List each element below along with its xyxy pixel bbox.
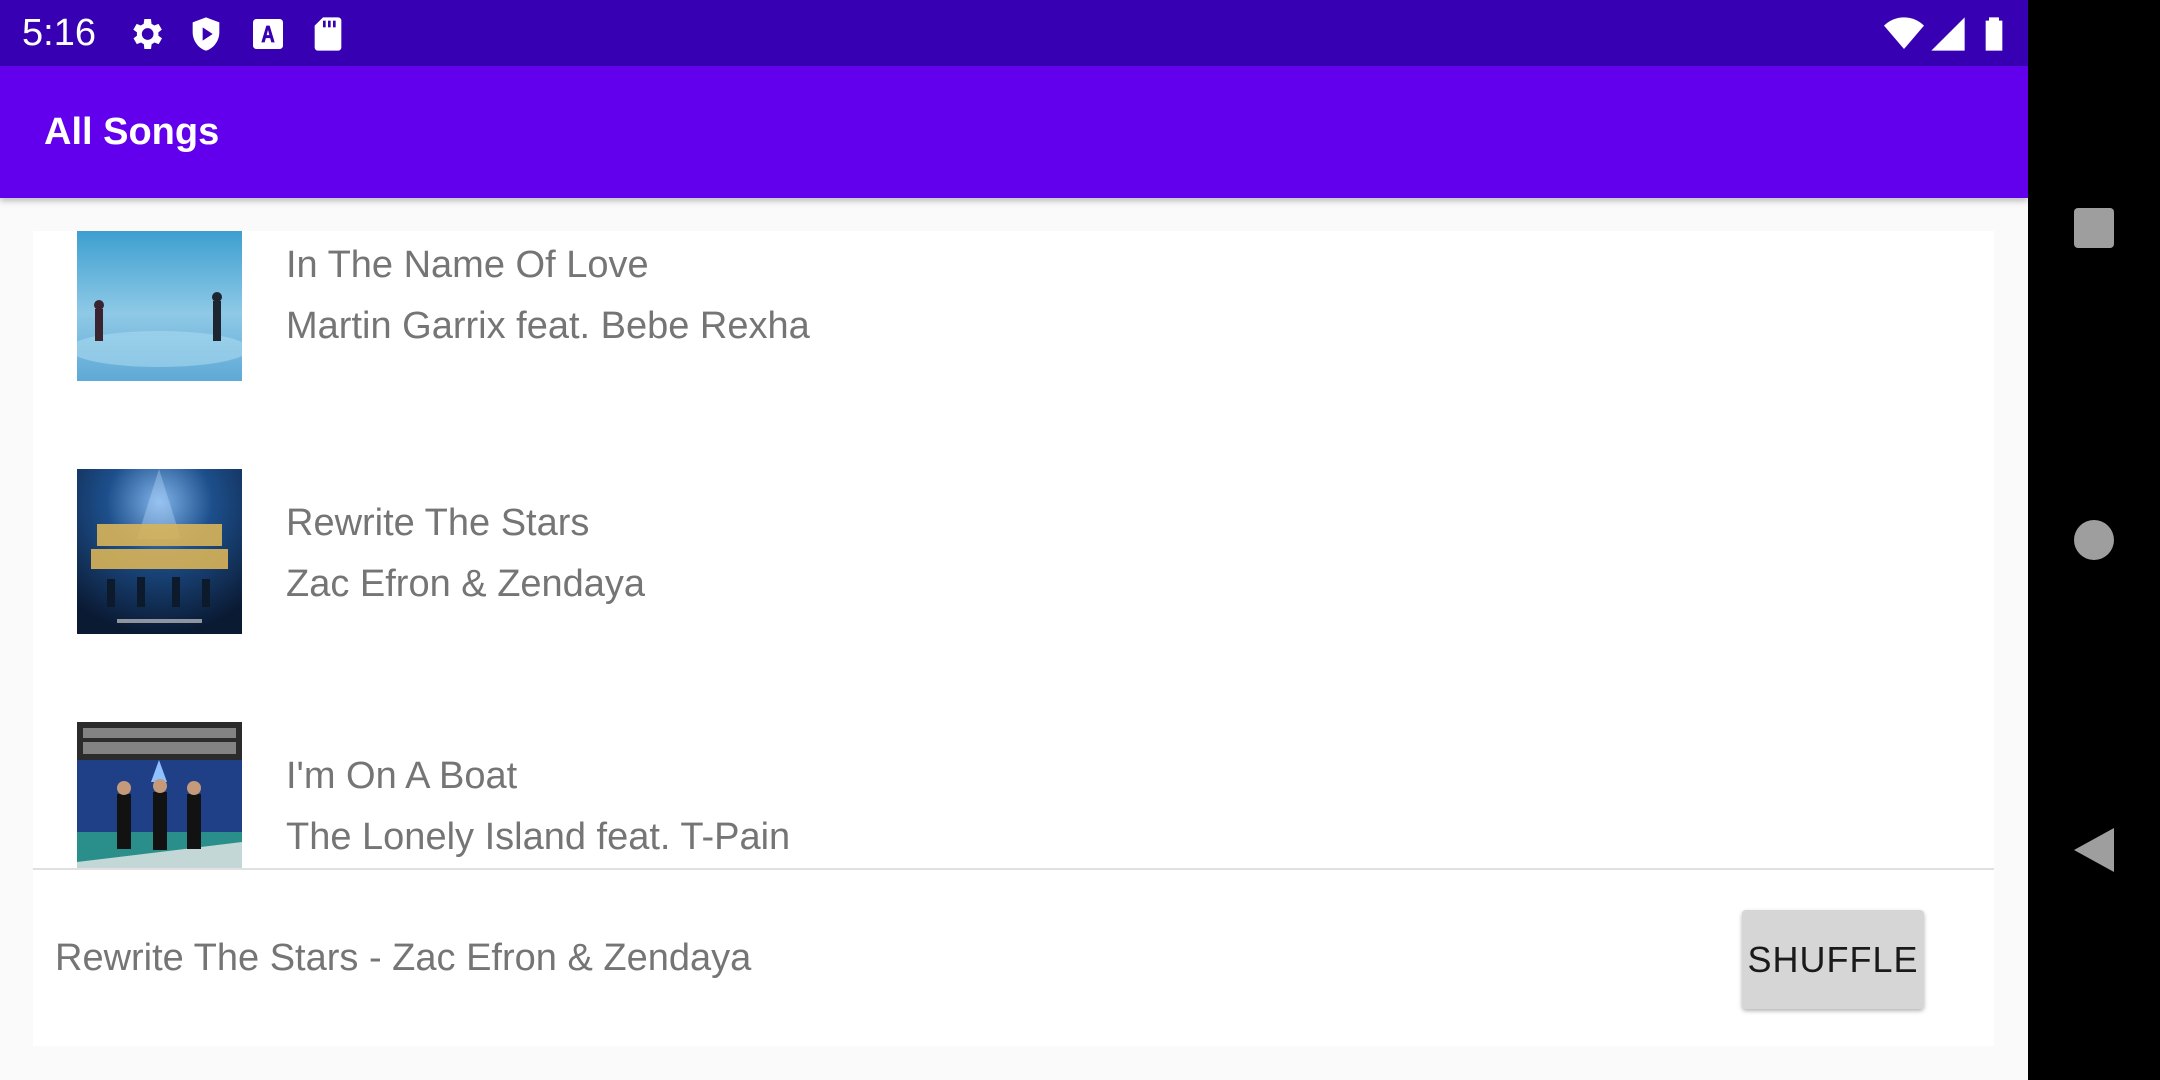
album-art-im-on-a-boat (77, 722, 242, 869)
signal-icon (1931, 17, 1965, 51)
back-button[interactable] (2028, 784, 2160, 916)
font-download-icon (253, 19, 283, 49)
sd-card-icon (314, 17, 342, 51)
song-artist: The Lonely Island feat. T-Pain (286, 816, 791, 858)
album-art-rewrite-the-stars (77, 469, 242, 634)
app-screen: 5:16 All Songs In The Name Of Love Marti… (0, 0, 2028, 1080)
status-bar: 5:16 (0, 0, 2028, 66)
shuffle-button[interactable]: SHUFFLE (1742, 910, 1924, 1009)
app-bar: All Songs (0, 66, 2028, 198)
recents-square-icon (2074, 208, 2114, 248)
gear-icon (133, 19, 162, 49)
song-row-im-on-a-boat[interactable]: I'm On A Boat The Lonely Island feat. T-… (33, 722, 1994, 869)
song-list-card: In The Name Of Love Martin Garrix feat. … (33, 231, 1994, 869)
song-row-rewrite-the-stars[interactable]: Rewrite The Stars Zac Efron & Zendaya (33, 469, 1994, 722)
song-title: I'm On A Boat (286, 755, 518, 797)
navigation-bar (2028, 0, 2160, 1080)
album-art-in-the-name-of-love (77, 231, 242, 381)
song-title: Rewrite The Stars (286, 502, 590, 544)
recents-button[interactable] (2028, 162, 2160, 294)
battery-icon (1985, 17, 2003, 51)
home-button[interactable] (2028, 474, 2160, 606)
page-title: All Songs (44, 111, 220, 153)
back-triangle-icon (2074, 828, 2114, 872)
song-title: In The Name Of Love (286, 244, 649, 286)
song-artist: Martin Garrix feat. Bebe Rexha (286, 305, 810, 347)
now-playing-label: Rewrite The Stars - Zac Efron & Zendaya (55, 937, 752, 979)
now-playing-bar: Rewrite The Stars - Zac Efron & Zendaya … (33, 870, 1994, 1046)
song-row-in-the-name-of-love[interactable]: In The Name Of Love Martin Garrix feat. … (33, 231, 1994, 484)
song-artist: Zac Efron & Zendaya (286, 563, 646, 605)
shield-icon (192, 17, 220, 51)
wifi-icon (1884, 17, 1924, 49)
home-circle-icon (2074, 520, 2114, 560)
status-time: 5:16 (22, 12, 96, 54)
